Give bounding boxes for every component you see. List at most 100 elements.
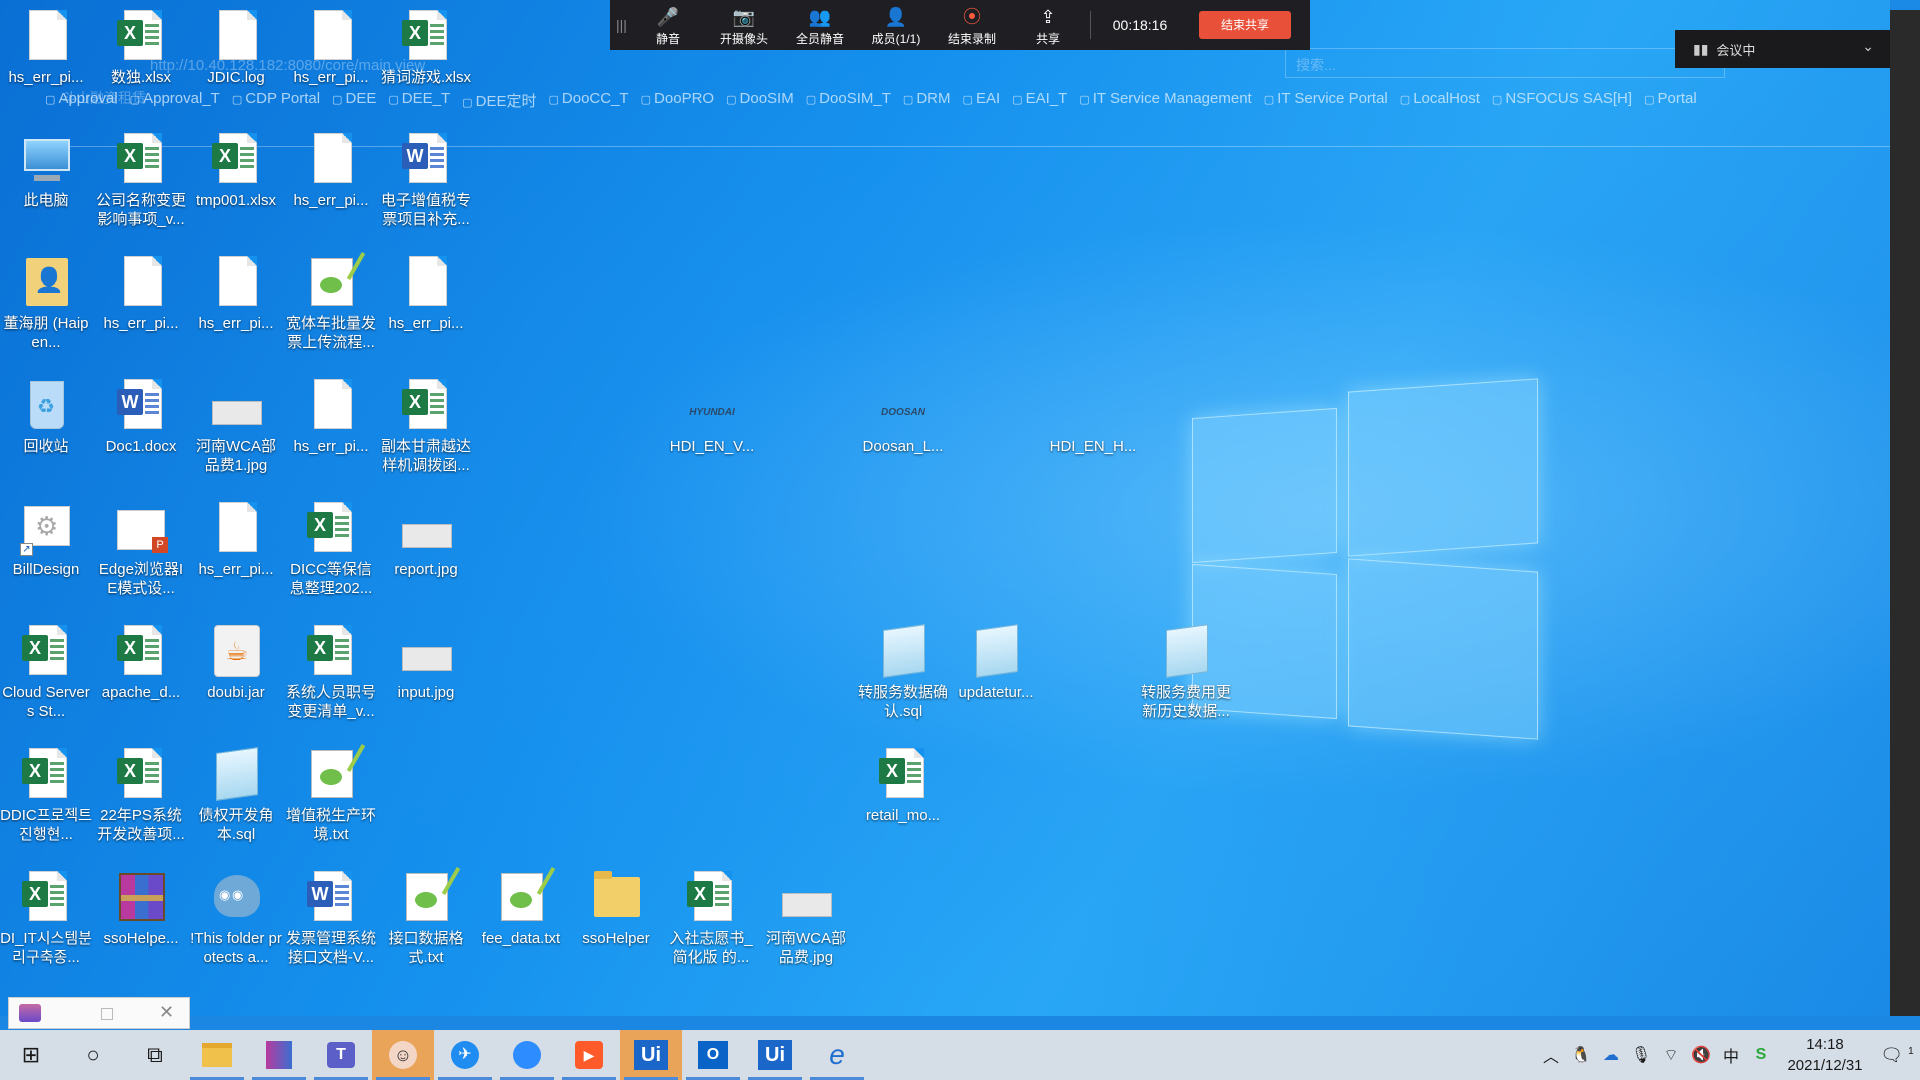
desktop-icon[interactable]: ↗ BillDesign xyxy=(0,500,92,579)
desktop-icon[interactable]: W 发票管理系统接口文档-V... xyxy=(285,869,377,967)
desktop-icon[interactable]: 宽体车批量发票上传流程... xyxy=(285,254,377,352)
desktop-icon[interactable]: hs_err_pi... xyxy=(285,377,377,456)
app-dingtalk[interactable]: ✈ xyxy=(434,1030,496,1080)
meeting-button[interactable]: ⇪ 共享 xyxy=(1010,0,1086,50)
desktop-icon[interactable]: hs_err_pi... xyxy=(190,254,282,333)
desktop-icon[interactable]: X DI_IT시스템분리구축종... xyxy=(0,869,92,967)
desktop-icon[interactable]: 增值税生产环境.txt xyxy=(285,746,377,844)
desktop-icon[interactable]: Xapache_d... xyxy=(95,623,187,702)
bookmark-item: IT Service Portal xyxy=(1264,90,1388,114)
desktop-icon[interactable]: X 公司名称变更影响事项_v... xyxy=(95,131,187,229)
desktop-icon[interactable]: Xretail_mo... xyxy=(857,746,949,825)
desktop-icon[interactable]: ssoHelpe... xyxy=(95,869,187,948)
network-icon[interactable]: ⌔ xyxy=(1656,1045,1686,1065)
desktop-icon[interactable]: !This folder protects a... xyxy=(190,869,282,967)
notepad-file-icon xyxy=(210,746,262,802)
desktop-icon[interactable]: hs_err_pi... xyxy=(95,254,187,333)
meeting-button[interactable]: 👤 成员(1/1) xyxy=(858,0,934,50)
excel-file-icon: X xyxy=(400,377,452,433)
desktop-icon[interactable]: X 副本甘肃越达样机调拨函... xyxy=(380,377,472,475)
notification-center-button[interactable]: 🗨 1 xyxy=(1874,1045,1920,1066)
desktop-icon[interactable]: X 数独.xlsx xyxy=(95,8,187,87)
desktop-icon[interactable]: HDI_EN_H... xyxy=(1047,377,1139,456)
search-button[interactable]: ○ xyxy=(62,1030,124,1080)
task-view-button[interactable]: ⧉ xyxy=(124,1030,186,1080)
desktop-icon-label: 电子增值税专票项目补充... xyxy=(380,192,471,228)
desktop-icon[interactable]: 河南WCA部品费1.jpg xyxy=(190,377,282,475)
meeting-button[interactable]: 👥 全员静音 xyxy=(782,0,858,50)
desktop-icon[interactable]: W 电子增值税专票项目补充... xyxy=(380,131,472,229)
meeting-button[interactable]: 🎤 静音 xyxy=(630,0,706,50)
desktop-icon[interactable]: hs_err_pi... xyxy=(380,254,472,333)
jpg-file-icon xyxy=(400,500,452,556)
app-icon xyxy=(19,1004,41,1022)
desktop-icon[interactable]: 河南WCA部品费.jpg xyxy=(760,869,852,967)
desktop-icon[interactable]: 转服务费用更新历史数据... xyxy=(1140,623,1232,721)
drag-handle[interactable]: ||| xyxy=(616,17,630,33)
desktop-icon[interactable]: Edge浏览器IE模式设... xyxy=(95,500,187,598)
task-view-icon: ⧉ xyxy=(147,1042,163,1067)
desktop-icon[interactable]: hs_err_pi... xyxy=(0,8,92,87)
app-uipath-1[interactable]: Ui xyxy=(620,1030,682,1080)
excel-file-icon: X xyxy=(305,500,357,556)
app-teams[interactable]: T xyxy=(310,1030,372,1080)
desktop-icon[interactable]: 此电脑 xyxy=(0,131,92,210)
desktop-icon[interactable]: X 入社志愿书_简化版 的... xyxy=(665,869,757,967)
desktop-icon[interactable]: report.jpg xyxy=(380,500,472,579)
desktop-icon[interactable]: 转服务数据确认.sql xyxy=(857,623,949,721)
start-button[interactable]: ⊞ xyxy=(0,1030,62,1080)
end-share-button[interactable]: 结束共享 xyxy=(1199,11,1291,39)
desktop-icon[interactable]: X DDIC프로젝트 진행현... xyxy=(0,746,92,844)
desktop-icon[interactable]: X 系统人员职号变更清单_v... xyxy=(285,623,377,721)
desktop-icon-label: 副本甘肃越达样机调拨函... xyxy=(380,438,471,474)
desktop-icon[interactable]: W Doc1.docx xyxy=(95,377,187,456)
app-zoom[interactable] xyxy=(496,1030,558,1080)
desktop-icon[interactable]: updatetur... xyxy=(950,623,1042,702)
desktop-icon[interactable]: doubi.jar xyxy=(190,623,282,702)
chevron-up-icon[interactable]: ︿ xyxy=(1536,1043,1566,1067)
desktop-icon[interactable]: 回收站 xyxy=(0,377,92,456)
meeting-button[interactable]: 📷 开摄像头 xyxy=(706,0,782,50)
qq-icon[interactable]: 🐧 xyxy=(1566,1045,1596,1065)
app-outlook[interactable]: O xyxy=(682,1030,744,1080)
desktop-icon[interactable]: ssoHelper xyxy=(570,869,662,948)
desktop-icon-label: fee_data.txt xyxy=(481,930,561,947)
app-winrar[interactable] xyxy=(248,1030,310,1080)
desktop-icon[interactable]: input.jpg xyxy=(380,623,472,702)
maximize-icon[interactable] xyxy=(101,1008,113,1020)
excel-file-icon: X xyxy=(20,869,72,925)
desktop-icon[interactable]: X 猜词游戏.xlsx xyxy=(380,8,472,87)
file-explorer-app[interactable] xyxy=(186,1030,248,1080)
app-meeting[interactable]: ▶ xyxy=(558,1030,620,1080)
volume-muted-icon[interactable]: 🔇 xyxy=(1686,1045,1716,1065)
floating-mini-window[interactable]: ✕ xyxy=(8,997,190,1029)
desktop-icon[interactable]: JDIC.log xyxy=(190,8,282,87)
desktop-icon[interactable]: 董海朋 (Haipen... xyxy=(0,254,92,352)
meeting-button[interactable]: ⦿ 结束录制 xyxy=(934,0,1010,50)
app-ie[interactable]: e xyxy=(806,1030,868,1080)
desktop-icon[interactable]: hs_err_pi... xyxy=(190,500,282,579)
desktop-icon[interactable]: fee_data.txt xyxy=(475,869,567,948)
chevron-down-icon[interactable]: ⌄ xyxy=(1862,38,1874,55)
zoom-icon xyxy=(513,1041,541,1069)
clock[interactable]: 14:18 2021/12/31 xyxy=(1776,1034,1874,1076)
desktop-icon[interactable]: X DICC等保信息整理202... xyxy=(285,500,377,598)
app-uipath-2[interactable]: Ui xyxy=(744,1030,806,1080)
microphone-icon[interactable]: 🎙 xyxy=(1626,1045,1656,1065)
notepadtool-file-icon xyxy=(305,746,357,802)
desktop-icon[interactable]: DOOSAN Doosan_L... xyxy=(857,377,949,456)
app-avatar[interactable]: ☺ xyxy=(372,1030,434,1080)
desktop-icon[interactable]: X Cloud Servers St... xyxy=(0,623,92,721)
desktop-icon[interactable]: 债权开发角本.sql xyxy=(190,746,282,844)
desktop-icon[interactable]: 接口数据格式.txt xyxy=(380,869,472,967)
desktop-icon[interactable]: HYUNDAI HDI_EN_V... xyxy=(666,377,758,456)
sogou-icon[interactable]: S xyxy=(1746,1046,1776,1064)
onedrive-icon[interactable]: ☁ xyxy=(1596,1045,1626,1065)
meeting-status-pill[interactable]: ▮▮ 会议中 ⌄ xyxy=(1675,30,1890,68)
desktop-icon[interactable]: hs_err_pi... xyxy=(285,131,377,210)
ime-indicator[interactable]: 中 xyxy=(1716,1043,1746,1067)
desktop-icon[interactable]: Xtmp001.xlsx xyxy=(190,131,282,210)
close-icon[interactable]: ✕ xyxy=(159,1002,174,1023)
desktop-icon[interactable]: hs_err_pi... xyxy=(285,8,377,87)
desktop-icon[interactable]: X 22年PS系统开发改善项... xyxy=(95,746,187,844)
